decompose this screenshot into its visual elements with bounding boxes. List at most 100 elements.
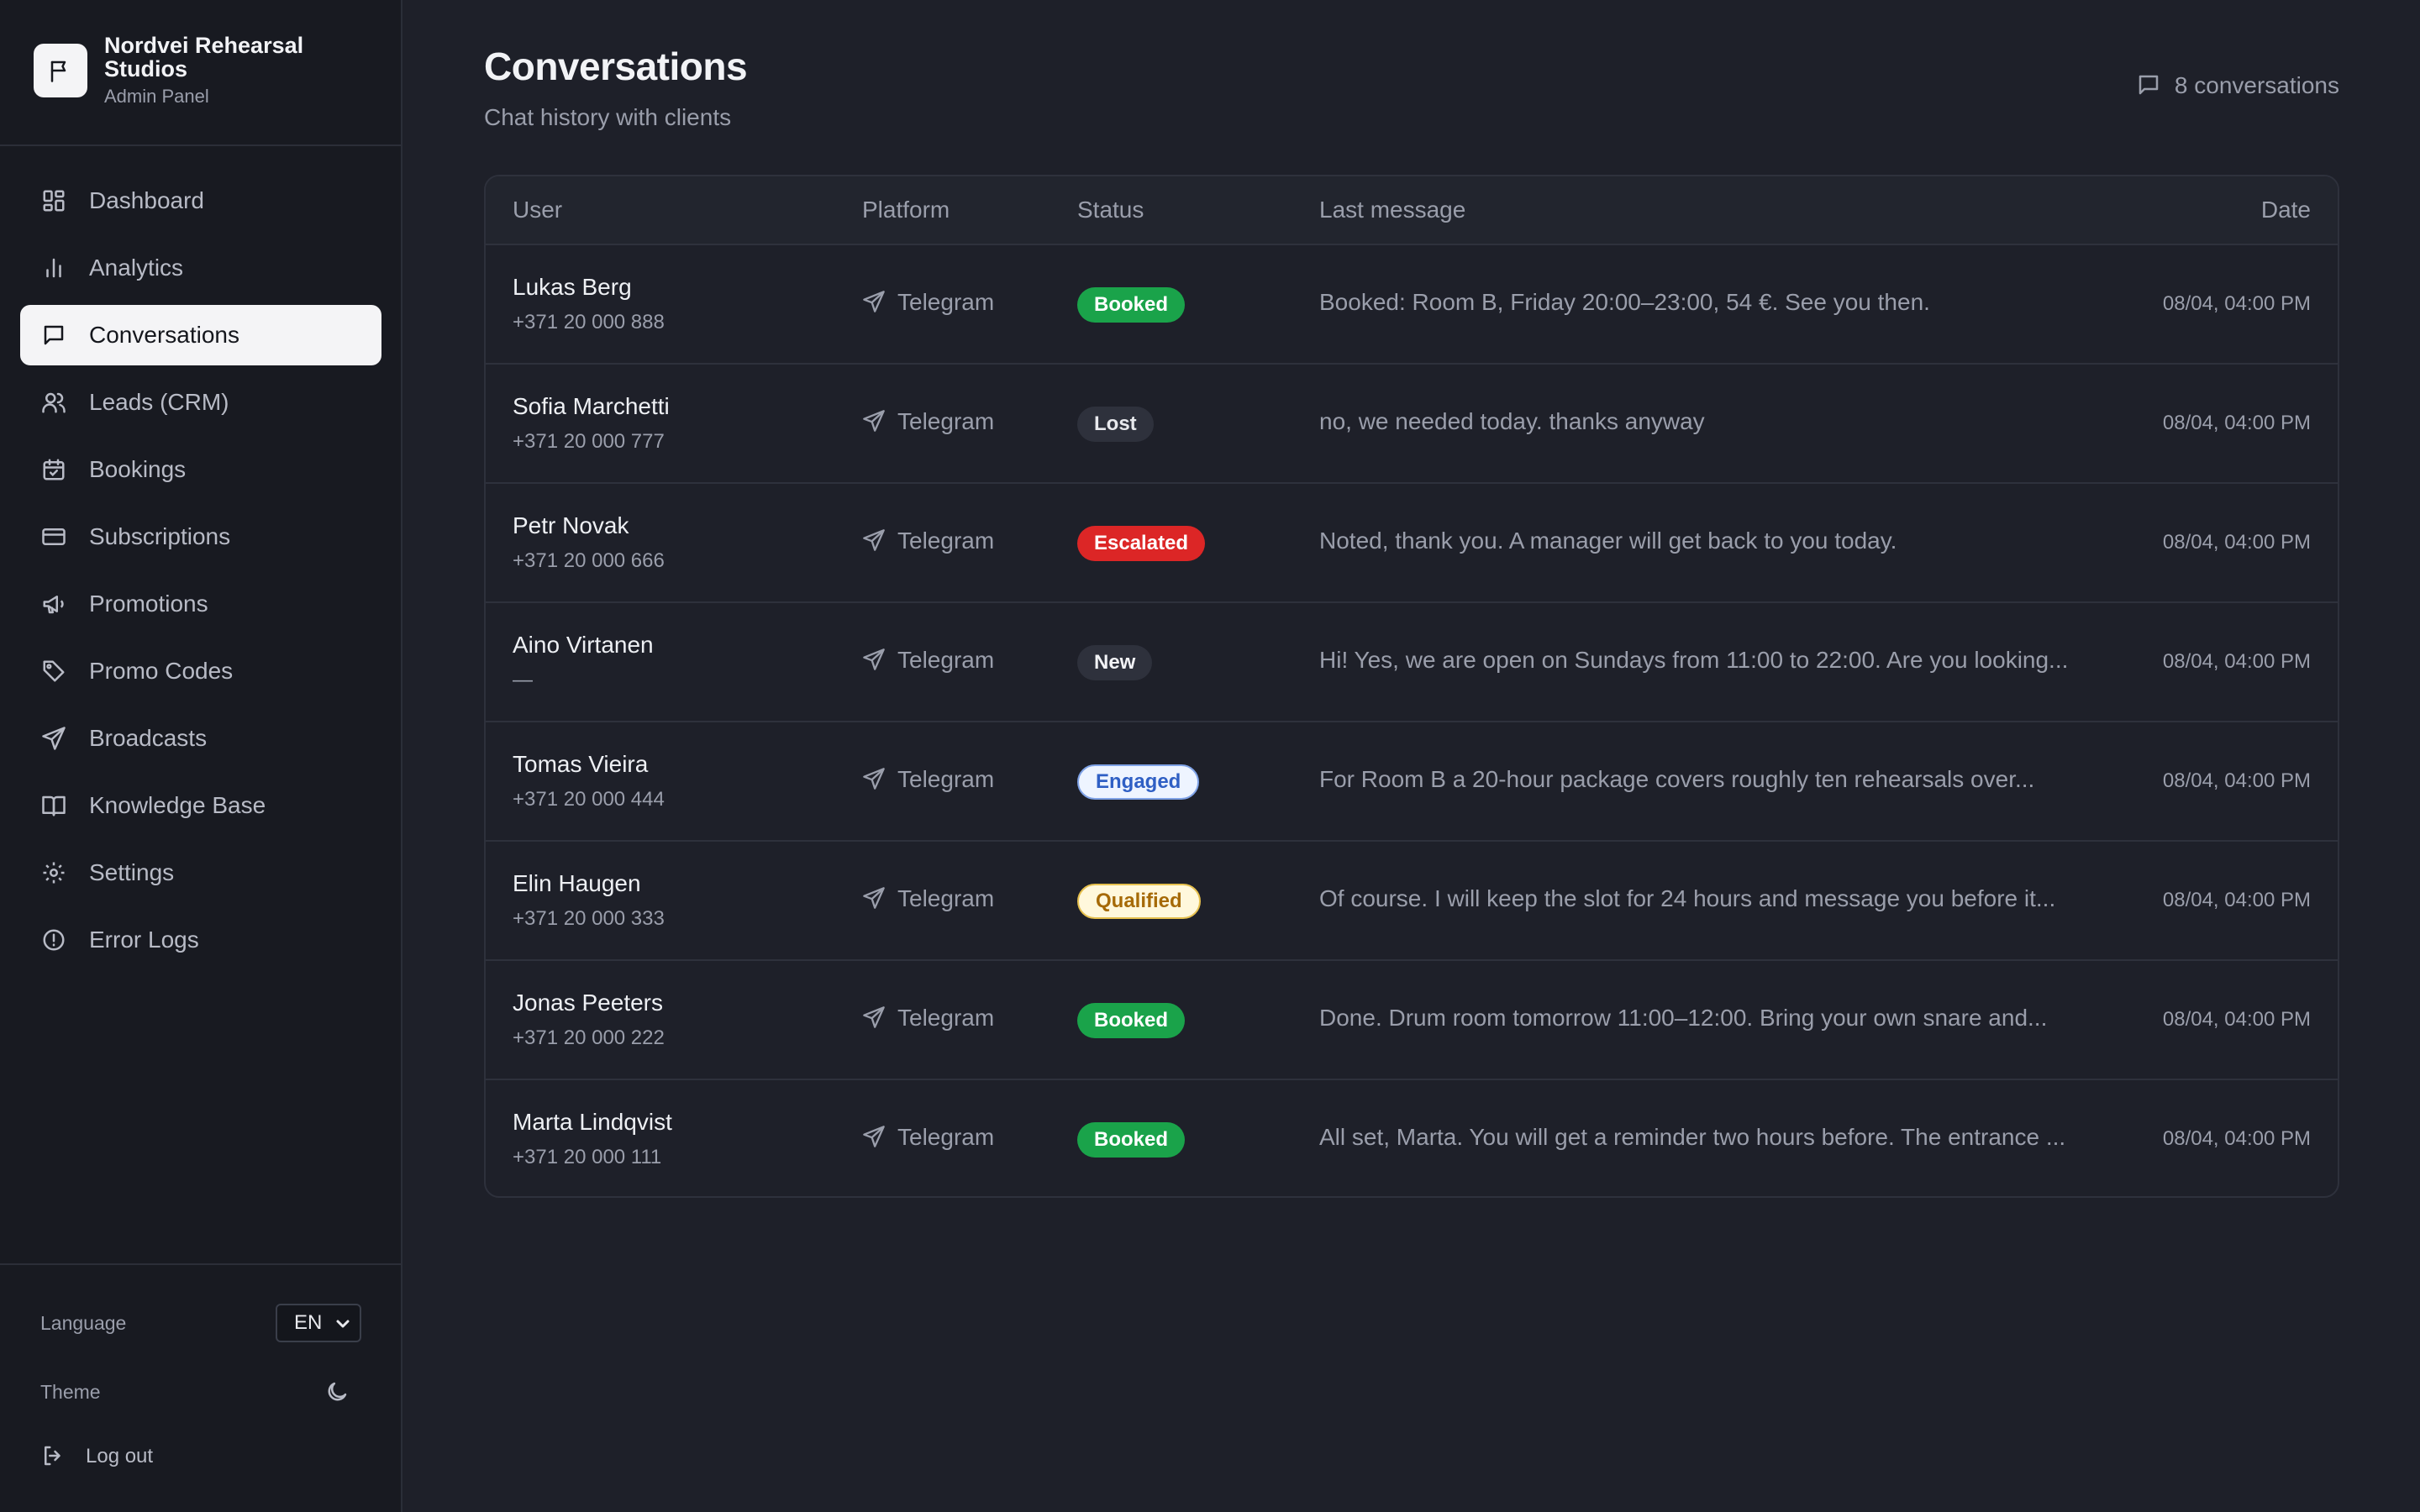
status-badge: Booked <box>1077 1003 1186 1038</box>
message-date: 08/04, 04:00 PM <box>2162 412 2311 434</box>
table-row[interactable]: Lukas Berg +371 20 000 888 Telegram Book… <box>486 245 2338 365</box>
send-icon <box>862 1125 887 1150</box>
send-icon <box>862 528 887 554</box>
user-name: Sofia Marchetti <box>513 393 670 419</box>
platform-cell: Telegram <box>862 289 994 316</box>
platform-cell: Telegram <box>862 647 994 674</box>
user-phone: +371 20 000 888 <box>513 311 665 333</box>
sidebar-item-label: Bookings <box>89 456 187 482</box>
conversation-count: 8 conversations <box>2136 72 2339 99</box>
sidebar-item-leads[interactable]: Leads (CRM) <box>20 372 381 433</box>
table-body: Lukas Berg +371 20 000 888 Telegram Book… <box>486 245 2338 1196</box>
table-header: User Platform Status Last message Date <box>486 176 2338 245</box>
sidebar-item-label: Broadcasts <box>89 725 208 751</box>
gear-icon <box>40 859 67 886</box>
message-date: 08/04, 04:00 PM <box>2162 650 2311 673</box>
platform-label: Telegram <box>897 766 995 792</box>
send-icon <box>862 886 887 911</box>
sidebar-item-subscriptions[interactable]: Subscriptions <box>20 507 381 567</box>
moon-icon[interactable] <box>324 1379 351 1406</box>
user-name: Lukas Berg <box>513 274 632 300</box>
user-phone: +371 20 000 666 <box>513 549 665 572</box>
user-name: Petr Novak <box>513 512 629 538</box>
table-row[interactable]: Elin Haugen +371 20 000 333 Telegram Qua… <box>486 842 2338 961</box>
sidebar-item-conversations[interactable]: Conversations <box>20 305 381 365</box>
sidebar-nav: Dashboard Analytics Conversations Leads … <box>20 171 381 977</box>
alert-circle-icon <box>40 927 67 953</box>
user-name: Elin Haugen <box>513 870 641 896</box>
sidebar-item-bookings[interactable]: Bookings <box>20 439 381 500</box>
send-icon <box>862 1005 887 1031</box>
sidebar-item-dashboard[interactable]: Dashboard <box>20 171 381 231</box>
language-select[interactable]: EN <box>276 1304 361 1342</box>
credit-card-icon <box>40 523 67 550</box>
last-message: Done. Drum room tomorrow 11:00–12:00. Br… <box>1319 1005 2048 1031</box>
language-value: EN <box>294 1311 323 1334</box>
chat-icon <box>2136 72 2163 99</box>
send-icon <box>40 725 67 752</box>
conversations-table: User Platform Status Last message Date L… <box>484 175 2339 1198</box>
table-row[interactable]: Aino Virtanen — Telegram New Hi! Yes, we… <box>486 603 2338 722</box>
user-name: Tomas Vieira <box>513 751 649 777</box>
send-icon <box>862 290 887 315</box>
sidebar-item-label: Error Logs <box>89 927 199 953</box>
sidebar-item-label: Conversations <box>89 322 239 348</box>
sidebar-item-label: Promo Codes <box>89 658 234 684</box>
platform-label: Telegram <box>897 408 995 434</box>
sidebar-item-label: Knowledge Base <box>89 792 266 818</box>
conversation-count-text: 8 conversations <box>2174 72 2339 98</box>
user-name: Aino Virtanen <box>513 632 654 658</box>
last-message: Hi! Yes, we are open on Sundays from 11:… <box>1319 647 2069 673</box>
column-header-last-message: Last message <box>1319 197 1466 223</box>
send-icon <box>862 767 887 792</box>
sidebar-item-promo-codes[interactable]: Promo Codes <box>20 641 381 701</box>
column-header-platform: Platform <box>862 197 950 223</box>
sidebar-item-promotions[interactable]: Promotions <box>20 574 381 634</box>
last-message: no, we needed today. thanks anyway <box>1319 408 1705 434</box>
sidebar-footer: Language EN Theme Log out <box>0 1263 401 1512</box>
message-date: 08/04, 04:00 PM <box>2162 292 2311 315</box>
table-row[interactable]: Jonas Peeters +371 20 000 222 Telegram B… <box>486 961 2338 1080</box>
flag-icon <box>34 44 87 97</box>
platform-label: Telegram <box>897 1124 995 1150</box>
table-row[interactable]: Sofia Marchetti +371 20 000 777 Telegram… <box>486 365 2338 484</box>
platform-label: Telegram <box>897 885 995 911</box>
message-date: 08/04, 04:00 PM <box>2162 889 2311 911</box>
status-badge: New <box>1077 645 1153 680</box>
chevron-down-icon <box>333 1314 353 1334</box>
table-row[interactable]: Tomas Vieira +371 20 000 444 Telegram En… <box>486 722 2338 842</box>
platform-cell: Telegram <box>862 1124 994 1151</box>
tag-icon <box>40 658 67 685</box>
last-message: For Room B a 20-hour package covers roug… <box>1319 766 2035 792</box>
table-row[interactable]: Petr Novak +371 20 000 666 Telegram Esca… <box>486 484 2338 603</box>
sidebar-item-knowledge-base[interactable]: Knowledge Base <box>20 775 381 836</box>
sidebar-item-label: Dashboard <box>89 187 204 213</box>
column-header-status: Status <box>1077 197 1144 223</box>
send-icon <box>862 409 887 434</box>
platform-cell: Telegram <box>862 408 994 435</box>
sidebar-item-label: Promotions <box>89 591 208 617</box>
user-phone: — <box>513 669 533 691</box>
platform-label: Telegram <box>897 1005 995 1031</box>
platform-label: Telegram <box>897 528 995 554</box>
sidebar-item-settings[interactable]: Settings <box>20 843 381 903</box>
table-row[interactable]: Marta Lindqvist +371 20 000 111 Telegram… <box>486 1080 2338 1196</box>
logout-icon <box>40 1443 67 1470</box>
user-phone: +371 20 000 444 <box>513 788 665 811</box>
sidebar-item-error-logs[interactable]: Error Logs <box>20 910 381 970</box>
book-icon <box>40 792 67 819</box>
chat-icon <box>40 322 67 349</box>
users-icon <box>40 389 67 416</box>
megaphone-icon <box>40 591 67 617</box>
sidebar-item-broadcasts[interactable]: Broadcasts <box>20 708 381 769</box>
logout-button[interactable]: Log out <box>40 1443 153 1470</box>
status-badge: Engaged <box>1077 764 1200 800</box>
sidebar-item-analytics[interactable]: Analytics <box>20 238 381 298</box>
message-date: 08/04, 04:00 PM <box>2162 1127 2311 1150</box>
message-date: 08/04, 04:00 PM <box>2162 1008 2311 1031</box>
sidebar-item-label: Leads (CRM) <box>89 389 229 415</box>
user-name: Jonas Peeters <box>513 990 663 1016</box>
last-message: Of course. I will keep the slot for 24 h… <box>1319 885 2056 911</box>
theme-label: Theme <box>40 1381 101 1403</box>
platform-label: Telegram <box>897 289 995 315</box>
